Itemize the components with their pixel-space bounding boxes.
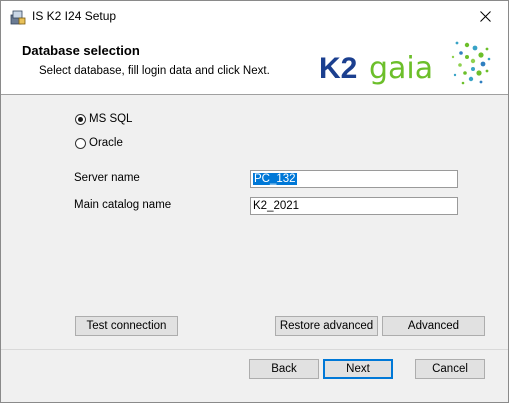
server-name-label: Server name — [74, 172, 140, 184]
catalog-name-value: K2_2021 — [253, 200, 300, 212]
back-button[interactable]: Back — [249, 359, 319, 379]
installer-icon — [10, 10, 26, 25]
catalog-name-input[interactable]: K2_2021 — [250, 197, 458, 215]
radio-ms-sql[interactable]: MS SQL — [75, 113, 132, 125]
restore-advanced-button[interactable]: Restore advanced — [275, 316, 378, 336]
window-title: IS K2 I24 Setup — [32, 9, 117, 23]
svg-text:K2: K2 — [319, 52, 357, 85]
catalog-name-label: Main catalog name — [74, 199, 172, 211]
setup-window: IS K2 I24 Setup Database selection Selec… — [0, 0, 509, 403]
next-button[interactable]: Next — [323, 359, 393, 379]
test-connection-button[interactable]: Test connection — [75, 316, 178, 336]
server-name-value: PC_132 — [253, 173, 297, 185]
k2-gaia-logo: K2 gaia — [319, 41, 491, 86]
footer-divider — [1, 349, 508, 350]
title-bar: IS K2 I24 Setup — [1, 1, 508, 31]
radio-button-checked[interactable] — [75, 113, 86, 125]
header-banner: Database selection Select database, fill… — [1, 31, 508, 95]
advanced-button[interactable]: Advanced — [382, 316, 485, 336]
close-icon — [479, 10, 491, 22]
page-title: Database selection — [22, 43, 140, 58]
svg-text:gaia: gaia — [369, 51, 433, 86]
radio-ms-sql-label: MS SQL — [89, 113, 133, 125]
close-button[interactable] — [462, 1, 508, 31]
server-name-input[interactable]: PC_132 — [250, 170, 458, 188]
cancel-button[interactable]: Cancel — [415, 359, 485, 379]
radio-oracle[interactable]: Oracle — [75, 137, 123, 149]
radio-button-unchecked[interactable] — [75, 137, 86, 149]
page-subtitle: Select database, fill login data and cli… — [39, 65, 270, 77]
radio-oracle-label: Oracle — [89, 137, 123, 149]
